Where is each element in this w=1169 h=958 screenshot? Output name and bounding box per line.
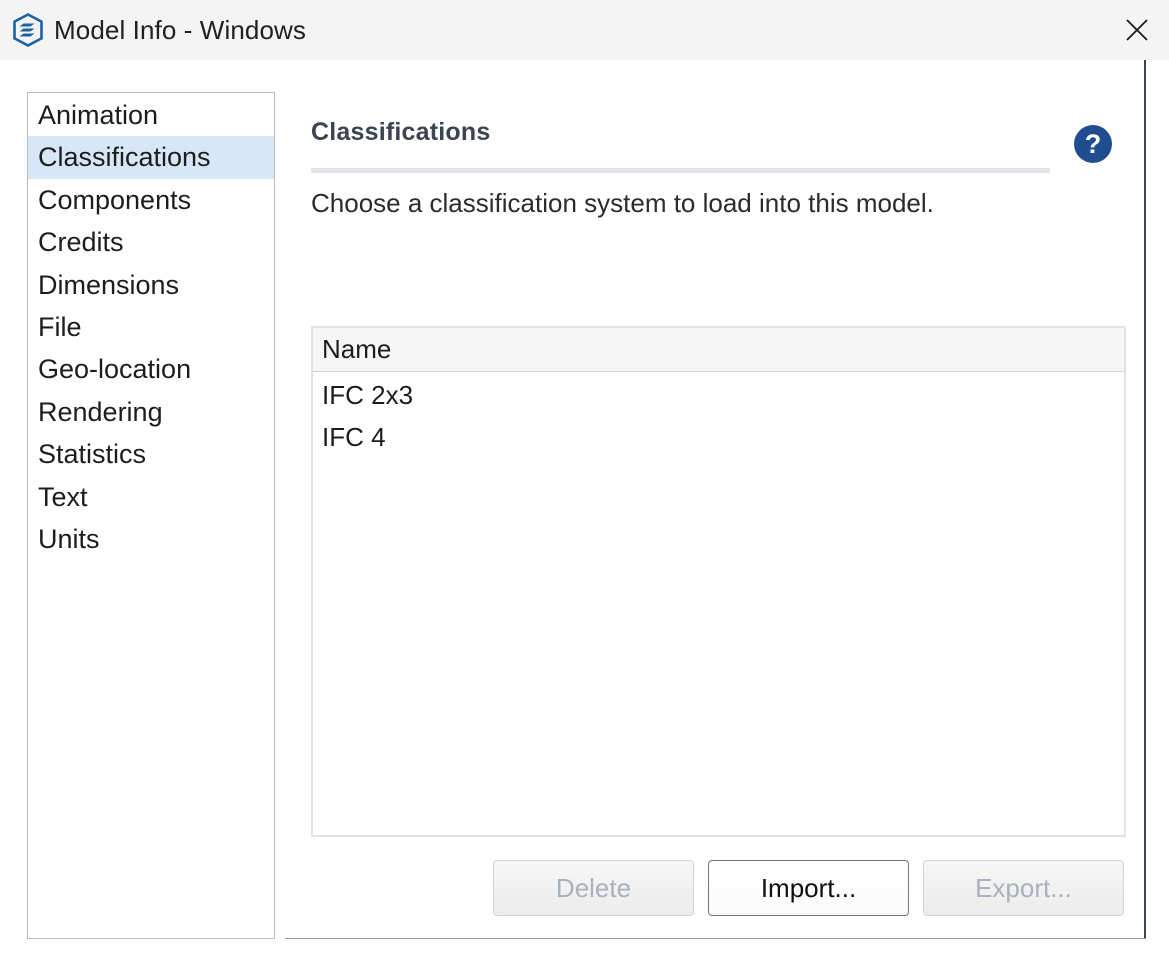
sidebar-item-label: Classifications — [38, 142, 211, 173]
settings-category-list[interactable]: Animation Classifications Components Cre… — [27, 92, 275, 939]
sidebar-item-label: Credits — [38, 227, 124, 258]
panel-bottom-divider — [285, 938, 1146, 939]
delete-button[interactable]: Delete — [493, 860, 694, 916]
sidebar-item-units[interactable]: Units — [28, 518, 274, 560]
column-header-name[interactable]: Name — [313, 334, 391, 365]
sidebar-item-animation[interactable]: Animation — [28, 94, 274, 136]
sketchup-logo-icon — [10, 12, 46, 48]
sidebar-item-dimensions[interactable]: Dimensions — [28, 264, 274, 306]
panel-description: Choose a classification system to load i… — [311, 188, 934, 218]
sidebar-item-label: Components — [38, 184, 192, 215]
sidebar-item-classifications[interactable]: Classifications — [28, 136, 274, 179]
sidebar-item-credits[interactable]: Credits — [28, 221, 274, 263]
sidebar-item-label: Dimensions — [38, 269, 180, 300]
sidebar-item-label: Rendering — [38, 396, 163, 427]
close-icon — [1124, 17, 1150, 43]
sidebar-item-text[interactable]: Text — [28, 476, 274, 518]
classification-systems-list[interactable]: Name IFC 2x3 IFC 4 — [311, 326, 1126, 837]
cell-name: IFC 2x3 — [322, 380, 414, 410]
sidebar-item-label: Geo-location — [38, 354, 192, 385]
svg-text:?: ? — [1085, 129, 1102, 159]
sidebar-item-statistics[interactable]: Statistics — [28, 433, 274, 475]
close-button[interactable] — [1105, 0, 1169, 60]
import-button-label: Import... — [760, 872, 857, 903]
action-button-row: Delete Import... Export... — [493, 860, 1126, 916]
delete-button-label: Delete — [555, 872, 632, 903]
sidebar-item-label: Animation — [38, 100, 159, 130]
sidebar-item-label: Text — [38, 481, 88, 512]
table-body: IFC 2x3 IFC 4 — [313, 372, 1124, 458]
cell-name: IFC 4 — [322, 422, 386, 452]
import-button[interactable]: Import... — [708, 860, 909, 916]
title-divider — [311, 168, 1050, 173]
table-row[interactable]: IFC 2x3 — [313, 374, 1124, 416]
window-title: Model Info - Windows — [54, 14, 306, 45]
table-row[interactable]: IFC 4 — [313, 416, 1124, 458]
sidebar-item-label: Statistics — [38, 439, 147, 470]
export-button-label: Export... — [975, 872, 1072, 903]
export-button[interactable]: Export... — [923, 860, 1124, 916]
help-question-icon[interactable]: ? — [1072, 123, 1114, 165]
title-bar: Model Info - Windows — [0, 0, 1169, 60]
table-header-row: Name — [313, 328, 1124, 372]
sidebar-item-geo-location[interactable]: Geo-location — [28, 348, 274, 390]
sidebar-item-rendering[interactable]: Rendering — [28, 391, 274, 433]
sidebar-item-label: Units — [38, 523, 100, 554]
page-title: Classifications — [311, 118, 491, 146]
sidebar-item-file[interactable]: File — [28, 306, 274, 348]
sidebar-item-components[interactable]: Components — [28, 179, 274, 221]
sidebar-item-label: File — [38, 311, 82, 342]
